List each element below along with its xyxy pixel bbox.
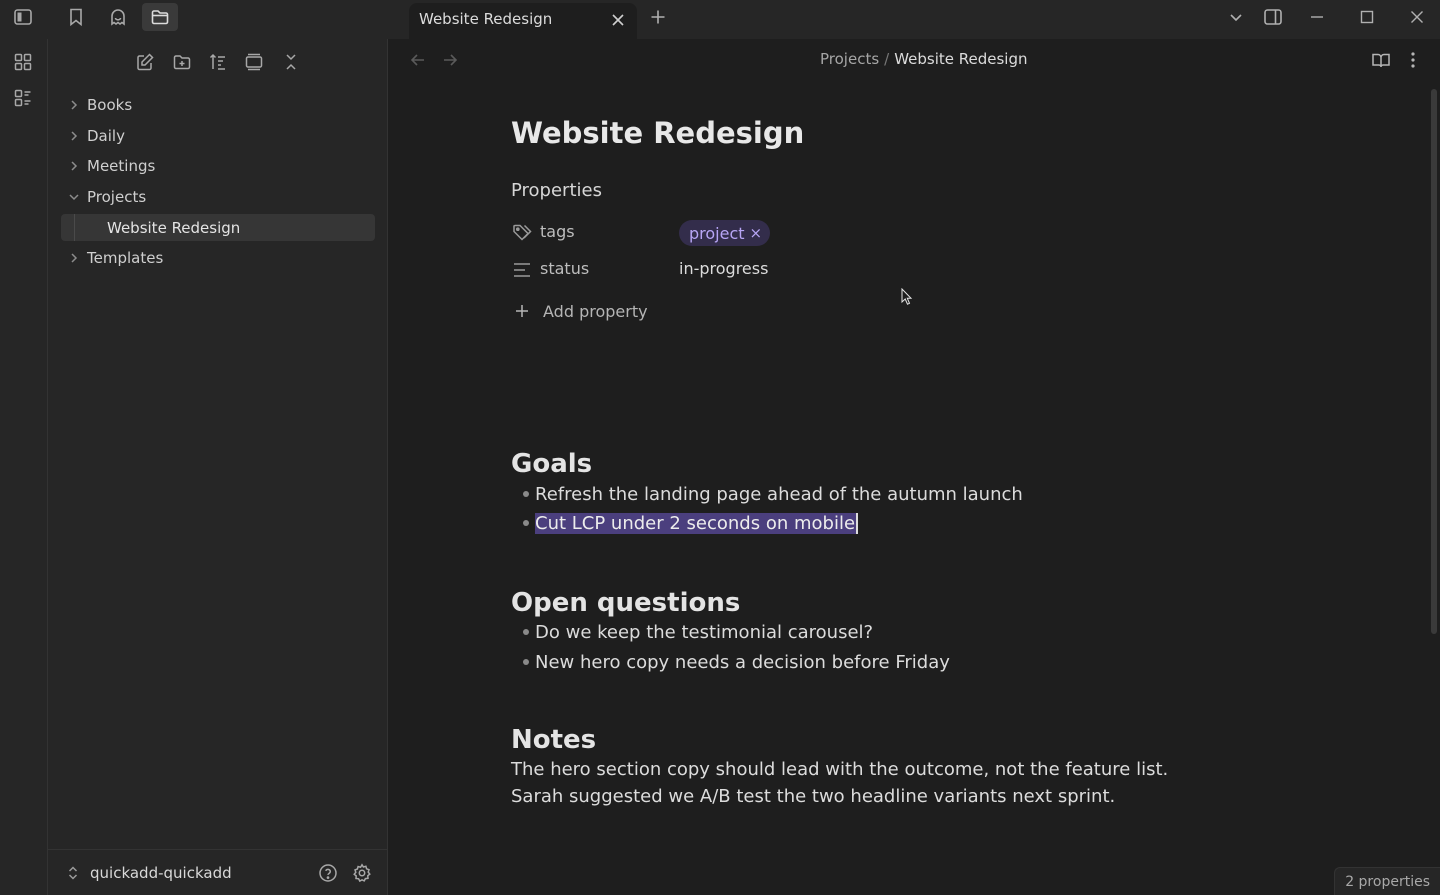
chevron-right-icon (61, 122, 87, 149)
notes-paragraph[interactable]: The hero section copy should lead with t… (511, 759, 1168, 780)
folder-templates[interactable]: Templates (61, 244, 375, 271)
collapse-all-icon[interactable] (277, 47, 305, 77)
heading-goals[interactable]: Goals (511, 449, 592, 479)
folder-label: Meetings (87, 156, 156, 175)
toggle-left-sidebar-icon[interactable] (5, 3, 41, 31)
folder-label: Templates (87, 248, 164, 267)
list-item-text: New hero copy needs a decision before Fr… (535, 651, 950, 673)
main-editor-pane: Projects / Website Redesign Website Redesi… (389, 39, 1440, 895)
maximize-window-icon[interactable] (1350, 3, 1384, 31)
bases-list-icon[interactable] (8, 83, 38, 113)
file-website-redesign[interactable]: Website Redesign (61, 214, 375, 241)
breadcrumb-current[interactable]: Website Redesign (894, 50, 1027, 68)
minimize-window-icon[interactable] (1300, 3, 1334, 31)
folder-label: Books (87, 95, 133, 114)
title-bar: Website Redesign (0, 0, 1440, 39)
chevron-right-icon (61, 244, 87, 271)
bullet-dot (523, 629, 529, 635)
left-ribbon (0, 39, 48, 895)
breadcrumb-parent[interactable]: Projects (820, 50, 879, 68)
property-row-tags[interactable]: tags project × (511, 217, 1111, 249)
file-explorer-actions (48, 47, 388, 77)
tab-website-redesign[interactable]: Website Redesign (409, 3, 637, 39)
folder-daily[interactable]: Daily (61, 122, 375, 149)
folder-projects[interactable]: Projects (61, 183, 375, 210)
heading-open-questions[interactable]: Open questions (511, 588, 740, 618)
bookmarks-icon[interactable] (58, 3, 94, 31)
tab-list-chevron-down-icon[interactable] (1219, 3, 1253, 31)
selected-list-item-text[interactable]: Cut LCP under 2 seconds on mobile (535, 512, 859, 534)
chevron-down-icon (61, 183, 87, 210)
tags-icon (511, 222, 533, 244)
navigate-forward-arrow-icon[interactable] (437, 47, 463, 73)
add-property-label: Add property (543, 301, 648, 321)
vault-switcher[interactable]: quickadd-quickadd (66, 858, 232, 888)
more-options-icon[interactable] (1400, 47, 1426, 73)
view-header: Projects / Website Redesign (389, 39, 1440, 81)
text-lines-icon (511, 259, 533, 281)
mouse-pointer-icon (901, 288, 913, 305)
new-folder-icon[interactable] (168, 47, 196, 77)
auto-reveal-file-icon[interactable] (240, 47, 268, 77)
file-explorer-folder-icon[interactable] (142, 3, 178, 31)
list-item[interactable]: Do we keep the testimonial carousel? (523, 619, 873, 645)
status-bar-properties-count[interactable]: 2 properties (1334, 867, 1440, 895)
vault-name: quickadd-quickadd (90, 864, 232, 882)
property-row-status[interactable]: status in-progress (511, 254, 1111, 286)
bullet-dot (523, 520, 529, 526)
tag-pill[interactable]: project × (679, 220, 771, 246)
list-item[interactable]: Refresh the landing page ahead of the au… (523, 481, 1023, 507)
file-explorer-sidebar: Books Daily Meetings Projects Website Re… (48, 39, 388, 895)
property-key: status (540, 259, 590, 278)
note-title[interactable]: Website Redesign (511, 116, 804, 150)
folder-meetings[interactable]: Meetings (61, 152, 375, 179)
settings-gear-icon[interactable] (348, 859, 376, 887)
list-item[interactable]: New hero copy needs a decision before Fr… (523, 649, 950, 675)
canvas-grid-icon[interactable] (8, 47, 38, 77)
list-item-text: Do we keep the testimonial carousel? (535, 621, 874, 643)
properties-heading[interactable]: Properties (511, 180, 602, 201)
list-item[interactable]: Cut LCP under 2 seconds on mobile (523, 510, 859, 536)
editor-scrollbar[interactable] (1431, 89, 1437, 634)
chevron-up-down-icon (66, 865, 80, 881)
new-tab-plus-icon[interactable] (645, 4, 671, 30)
notes-paragraph[interactable]: Sarah suggested we A/B test the two head… (511, 786, 1115, 807)
add-property-button[interactable]: Add property (515, 298, 648, 324)
toggle-right-sidebar-icon[interactable] (1256, 3, 1290, 31)
close-tab-icon[interactable] (607, 9, 629, 31)
bullet-dot (523, 491, 529, 497)
bullet-dot (523, 659, 529, 665)
property-value[interactable]: in-progress (679, 259, 768, 278)
close-window-icon[interactable] (1400, 3, 1434, 31)
remove-tag-icon[interactable]: × (750, 224, 763, 242)
reading-view-book-icon[interactable] (1368, 47, 1394, 73)
tag-value: project (689, 223, 745, 243)
navigate-back-arrow-icon[interactable] (405, 47, 431, 73)
breadcrumb-separator: / (884, 50, 890, 68)
chevron-right-icon (61, 91, 87, 118)
tab-label: Website Redesign (419, 10, 553, 28)
heading-notes[interactable]: Notes (511, 725, 596, 755)
chevron-right-icon (61, 152, 87, 179)
folder-books[interactable]: Books (61, 91, 375, 118)
folder-label: Projects (87, 187, 147, 206)
indent-guide (74, 214, 75, 241)
folder-label: Daily (87, 126, 125, 145)
change-sort-order-icon[interactable] (204, 47, 232, 77)
help-icon[interactable] (314, 859, 342, 887)
new-note-icon[interactable] (131, 47, 159, 77)
search-ghost-icon[interactable] (100, 3, 136, 31)
breadcrumb: Projects / Website Redesign (820, 50, 1028, 68)
file-label: Website Redesign (107, 218, 241, 237)
vault-bar: quickadd-quickadd (48, 849, 388, 895)
plus-icon (515, 304, 529, 318)
list-item-text: Refresh the landing page ahead of the au… (535, 483, 1023, 505)
property-key: tags (540, 222, 575, 241)
